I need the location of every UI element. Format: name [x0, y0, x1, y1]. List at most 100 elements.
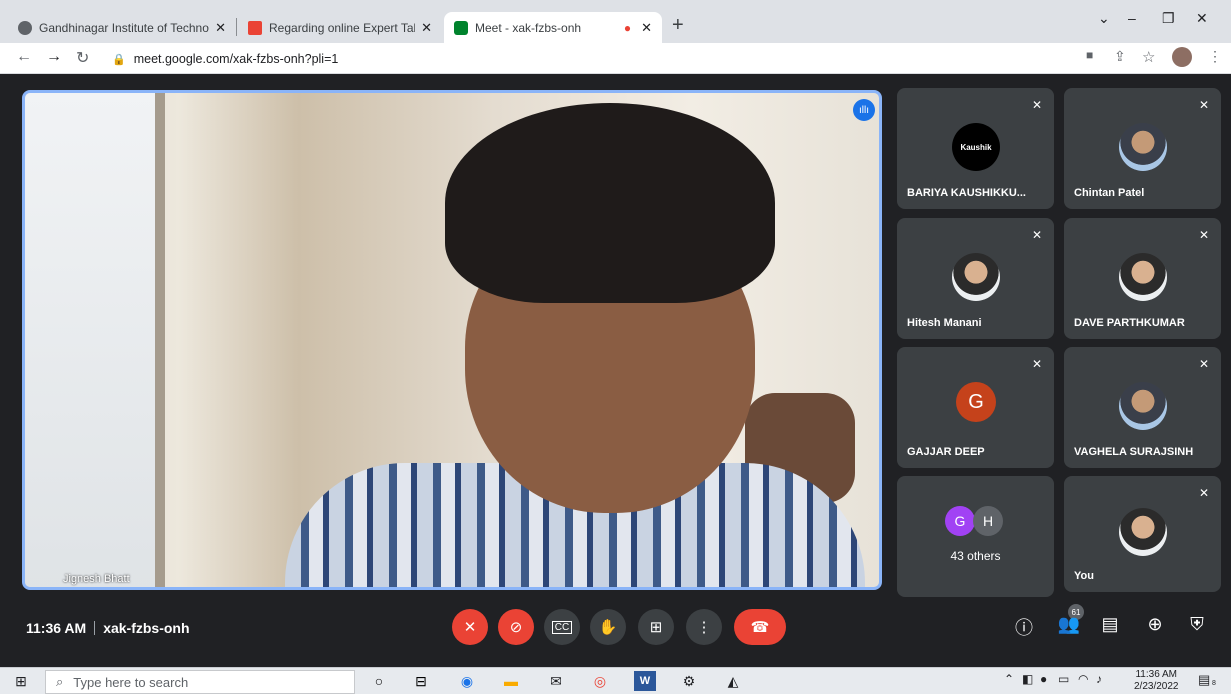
mic-toggle-button[interactable]: ✕: [452, 609, 488, 645]
background-window: [25, 93, 165, 587]
meet-icon: [454, 20, 468, 35]
info-icon[interactable]: ⓘ: [1011, 614, 1037, 640]
participant-tile[interactable]: ✕ Hitesh Manani: [897, 218, 1054, 339]
hand-icon: ✋: [598, 619, 618, 636]
camera-toggle-button[interactable]: ⊘: [498, 609, 534, 645]
participant-name: VAGHELA SURAJSINH: [1074, 446, 1194, 458]
mic-off-icon: ✕: [1198, 357, 1209, 371]
navigation-bar: ← → ↻ 🔒 meet.google.com/xak-fzbs-onh?pli…: [0, 43, 1231, 74]
captions-button[interactable]: CC: [544, 609, 580, 645]
browser-tab-strip: Gandhinagar Institute of Technol ✕ Regar…: [0, 0, 1231, 43]
more-options-button[interactable]: ⋮: [686, 609, 722, 645]
mic-off-icon: ✕: [1031, 98, 1042, 112]
participant-tile[interactable]: ✕ VAGHELA SURAJSINH: [1064, 347, 1221, 468]
close-window-button[interactable]: ✕: [1196, 10, 1208, 27]
search-placeholder: Type here to search: [73, 674, 189, 690]
forward-icon[interactable]: →: [46, 48, 62, 66]
file-explorer-icon[interactable]: ▬: [500, 671, 522, 691]
participant-name: Hitesh Manani: [907, 317, 982, 329]
participant-tile[interactable]: ✕ DAVE PARTHKUMAR: [1064, 218, 1221, 339]
camera-off-icon: ⊘: [509, 619, 523, 636]
tab-separator: [236, 18, 237, 36]
notification-icon[interactable]: ▤: [1198, 672, 1210, 688]
minimize-button[interactable]: –: [1128, 10, 1136, 26]
camera-icon[interactable]: ■: [1086, 48, 1093, 62]
photos-icon[interactable]: ◭: [722, 671, 744, 691]
divider: [94, 621, 96, 635]
new-tab-button[interactable]: +: [672, 14, 684, 37]
clock-date: 2/23/2022: [1134, 681, 1179, 692]
participant-name: You: [1074, 570, 1094, 582]
avatar: [1119, 123, 1167, 171]
close-icon[interactable]: ✕: [215, 20, 226, 36]
task-view-icon[interactable]: ⊟: [410, 671, 432, 691]
speaker-hair: [445, 103, 775, 303]
avatar: Kaushik: [952, 123, 1000, 171]
host-controls-icon[interactable]: ⛨: [1184, 614, 1210, 635]
activities-icon[interactable]: ⊕: [1142, 614, 1168, 635]
restore-button[interactable]: ❐: [1162, 10, 1175, 27]
chrome-icon[interactable]: ◎: [589, 671, 611, 691]
tab-title: Meet - xak-fzbs-onh: [475, 20, 582, 35]
meet-tray-icon[interactable]: ◧: [1022, 672, 1033, 686]
reload-icon[interactable]: ↻: [76, 48, 89, 68]
recording-icon: ●: [623, 20, 632, 35]
main-speaker-video[interactable]: ıllı Jignesh Bhatt: [22, 90, 882, 590]
mic-off-icon: ✕: [1031, 357, 1042, 371]
others-count: 43 others: [950, 549, 1001, 563]
raise-hand-button[interactable]: ✋: [590, 609, 626, 645]
avatar: [1119, 253, 1167, 301]
share-icon[interactable]: ⇪: [1114, 48, 1126, 65]
address-bar[interactable]: 🔒 meet.google.com/xak-fzbs-onh?pli=1: [112, 47, 1072, 71]
taskbar-search-box[interactable]: ⌕ Type here to search: [45, 670, 355, 694]
back-icon[interactable]: ←: [16, 48, 32, 66]
globe-icon: [18, 20, 32, 35]
lock-icon: 🔒: [112, 53, 126, 66]
chat-icon[interactable]: ▤: [1097, 614, 1123, 635]
more-dots-icon: ⋮: [696, 619, 712, 636]
self-tile[interactable]: ✕ You: [1064, 476, 1221, 592]
avatar: [952, 253, 1000, 301]
mic-off-icon: ✕: [1198, 486, 1209, 500]
settings-gear-icon[interactable]: ⚙: [678, 671, 700, 691]
participant-tile[interactable]: ✕ Kaushik BARIYA KAUSHIKKU...: [897, 88, 1054, 209]
people-icon[interactable]: 👥: [1056, 614, 1082, 635]
avatar: G: [956, 382, 996, 422]
word-icon[interactable]: W: [634, 671, 656, 691]
volume-icon[interactable]: ♪: [1096, 672, 1102, 686]
close-icon[interactable]: ✕: [421, 20, 432, 36]
chevron-up-icon[interactable]: ⌃: [1004, 672, 1014, 686]
wifi-icon[interactable]: ◠: [1078, 672, 1088, 686]
edge-icon[interactable]: ◉: [456, 671, 478, 691]
participant-name: DAVE PARTHKUMAR: [1074, 317, 1185, 329]
others-tile[interactable]: G H 43 others: [897, 476, 1054, 597]
mic-off-icon: ✕: [1198, 98, 1209, 112]
avatar: [1119, 508, 1167, 556]
menu-dots-icon[interactable]: ⋮: [1208, 48, 1222, 65]
profile-avatar[interactable]: [1172, 47, 1192, 67]
speaking-indicator-icon: ıllı: [853, 99, 875, 121]
gmail-icon: [248, 20, 262, 35]
tab-gandhinagar[interactable]: Gandhinagar Institute of Technol ✕: [8, 12, 236, 43]
cortana-icon[interactable]: ○: [368, 671, 390, 691]
leave-call-button[interactable]: ☎: [734, 609, 786, 645]
tab-title: Gandhinagar Institute of Technol: [39, 20, 210, 35]
close-icon[interactable]: ✕: [641, 20, 652, 36]
microphone-icon[interactable]: ●: [1040, 672, 1047, 686]
mic-off-icon: ✕: [463, 619, 477, 636]
present-button[interactable]: ⊞: [638, 609, 674, 645]
present-icon: ⊞: [649, 619, 663, 636]
clock-time: 11:36 AM: [1135, 669, 1177, 680]
windows-start-icon[interactable]: ⊞: [10, 671, 32, 691]
mail-icon[interactable]: ✉: [545, 671, 567, 691]
avatar: [1119, 382, 1167, 430]
tab-gmail[interactable]: Regarding online Expert Talk on ✕: [238, 12, 442, 43]
bookmark-star-icon[interactable]: ☆: [1142, 48, 1155, 66]
participant-tile[interactable]: ✕ G GAJJAR DEEP: [897, 347, 1054, 468]
participant-tile[interactable]: ✕ Chintan Patel: [1064, 88, 1221, 209]
tab-search-icon[interactable]: ⌄: [1098, 10, 1110, 27]
tab-meet[interactable]: Meet - xak-fzbs-onh ● ✕: [444, 12, 662, 43]
battery-icon[interactable]: ▭: [1058, 672, 1069, 686]
meeting-time: 11:36 AM: [26, 620, 87, 636]
system-clock[interactable]: 11:36 AM 2/23/2022: [1134, 669, 1179, 693]
